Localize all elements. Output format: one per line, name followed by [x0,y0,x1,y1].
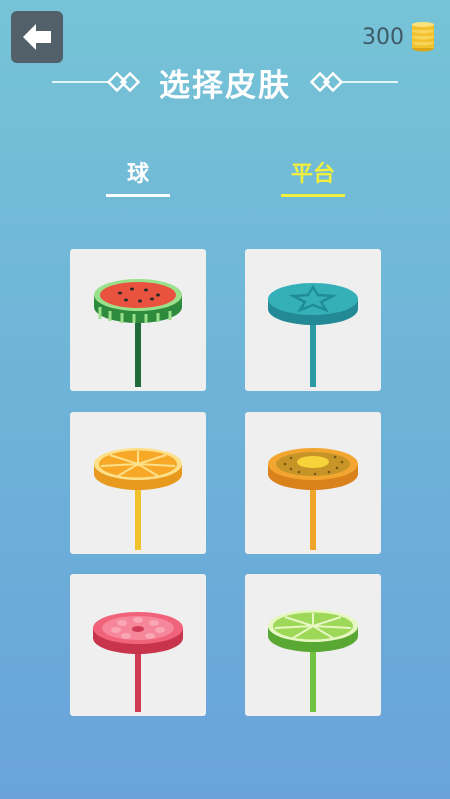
skin-card-cookie[interactable] [245,412,381,554]
title-row: 选择皮肤 [0,58,450,108]
coin-stack-icon [412,22,434,52]
skin-card-pomelo[interactable] [70,574,206,716]
page-title: 选择皮肤 [159,68,291,104]
back-button[interactable] [11,11,63,63]
watermelon-platform-icon [94,279,182,387]
coin-counter: 300 [362,22,436,52]
skin-card-teal-star[interactable] [245,249,381,391]
skin-card-watermelon[interactable] [70,249,206,391]
pomelo-platform-icon [93,612,183,712]
lime-platform-icon [268,610,358,712]
skin-card-lime[interactable] [245,574,381,716]
tab-ball[interactable]: 球 [106,156,170,197]
cookie-platform-icon [268,448,358,550]
tab-platform[interactable]: 平台 [281,156,345,197]
back-arrow-icon [23,24,51,50]
teal-star-platform-icon [268,283,358,387]
coin-count: 300 [362,24,404,50]
skin-card-orange[interactable] [70,412,206,554]
orange-platform-icon [94,448,182,550]
